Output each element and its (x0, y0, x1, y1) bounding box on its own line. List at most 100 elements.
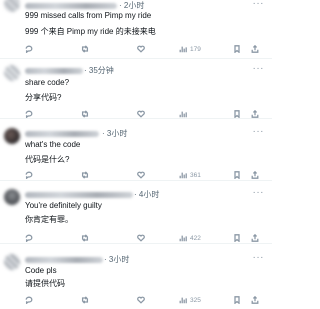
avatar[interactable] (4, 254, 20, 270)
post-actions: 422 (25, 233, 265, 243)
reply-icon (25, 45, 33, 53)
avatar[interactable] (4, 0, 20, 12)
more-options-icon[interactable]: ··· (253, 252, 265, 263)
bookmark-button[interactable] (233, 109, 241, 119)
bookmark-button[interactable] (233, 233, 241, 243)
views-count: 325 (190, 296, 201, 304)
reply-icon (25, 110, 33, 118)
reply-post[interactable]: · 3小时 ··· Code pls 请提供代码 325 (0, 244, 272, 309)
reply-icon (25, 296, 33, 304)
post-text: 999 missed calls from Pimp my ride (25, 11, 152, 20)
like-button[interactable] (137, 44, 145, 54)
more-options-icon[interactable]: ··· (253, 126, 265, 137)
bookmark-icon (234, 171, 240, 179)
like-button[interactable] (137, 233, 145, 243)
post-time[interactable]: · 35分钟 (84, 65, 114, 76)
retweet-button[interactable] (81, 295, 89, 305)
post-translation: 999 个来自 Pimp my ride 的未接来电 (25, 27, 156, 36)
reply-button[interactable] (25, 109, 33, 119)
retweet-button[interactable] (81, 233, 89, 243)
reply-icon (25, 234, 33, 242)
views-count: 422 (190, 234, 201, 242)
author-name[interactable] (25, 131, 99, 137)
views-icon (179, 297, 187, 304)
reply-post[interactable]: · 3小时 ··· what's the code 代码是什么? 361 (0, 119, 272, 181)
avatar[interactable] (4, 189, 20, 205)
post-actions: 361 (25, 170, 265, 180)
post-translation: 分享代码? (25, 93, 62, 102)
post-text: what's the code (25, 140, 81, 149)
post-time[interactable]: · 2小时 (119, 0, 144, 11)
retweet-icon (81, 171, 89, 179)
reply-post[interactable]: · 35分钟 ··· share code? 分享代码? (0, 59, 272, 119)
like-button[interactable] (137, 295, 145, 305)
bookmark-icon (234, 110, 240, 118)
post-translation: 代码是什么? (25, 155, 70, 164)
post-time[interactable]: · 3小时 (102, 128, 127, 139)
retweet-button[interactable] (81, 44, 89, 54)
share-icon (251, 296, 259, 304)
reply-button[interactable] (25, 170, 33, 180)
avatar[interactable] (4, 65, 20, 81)
like-icon (137, 234, 145, 242)
post-translation: 请提供代码 (25, 279, 65, 288)
share-button[interactable] (251, 295, 259, 305)
share-icon (251, 234, 259, 242)
post-actions: 179 (25, 44, 265, 54)
post-actions: 325 (25, 295, 265, 305)
bookmark-button[interactable] (233, 170, 241, 180)
share-icon (251, 171, 259, 179)
share-icon (251, 45, 259, 53)
share-button[interactable] (251, 233, 259, 243)
reply-icon (25, 171, 33, 179)
author-name[interactable] (25, 257, 103, 263)
author-name[interactable] (25, 192, 133, 198)
author-name[interactable] (25, 68, 83, 74)
post-actions (25, 109, 265, 119)
avatar[interactable] (4, 128, 20, 144)
views-icon (179, 46, 187, 53)
like-icon (137, 110, 145, 118)
post-text: You're definitely guilty (25, 201, 102, 210)
views-button[interactable]: 361 (179, 170, 201, 180)
more-options-icon[interactable]: ··· (253, 63, 265, 74)
bookmark-button[interactable] (233, 44, 241, 54)
bookmark-icon (234, 296, 240, 304)
more-options-icon[interactable]: ··· (253, 187, 265, 198)
retweet-icon (81, 296, 89, 304)
reply-post[interactable]: · 2小时 ··· 999 missed calls from Pimp my … (0, 0, 272, 59)
reply-button[interactable] (25, 233, 33, 243)
views-button[interactable] (179, 109, 190, 119)
views-icon (179, 172, 187, 179)
post-time[interactable]: · 4小时 (134, 189, 159, 200)
retweet-icon (81, 110, 89, 118)
post-translation: 你肯定有罪。 (25, 215, 73, 224)
post-time[interactable]: · 3小时 (104, 254, 129, 265)
author-name[interactable] (25, 3, 117, 9)
bookmark-icon (234, 234, 240, 242)
views-icon (179, 235, 187, 242)
share-button[interactable] (251, 170, 259, 180)
views-button[interactable]: 179 (179, 44, 201, 54)
retweet-icon (81, 234, 89, 242)
reply-button[interactable] (25, 44, 33, 54)
retweet-icon (81, 45, 89, 53)
retweet-button[interactable] (81, 109, 89, 119)
share-icon (251, 110, 259, 118)
post-text: share code? (25, 78, 70, 87)
like-button[interactable] (137, 109, 145, 119)
reply-feed: · 2小时 ··· 999 missed calls from Pimp my … (0, 0, 272, 309)
views-count: 179 (190, 45, 201, 53)
views-button[interactable]: 325 (179, 295, 201, 305)
share-button[interactable] (251, 44, 259, 54)
retweet-button[interactable] (81, 170, 89, 180)
reply-button[interactable] (25, 295, 33, 305)
more-options-icon[interactable]: ··· (253, 0, 265, 9)
bookmark-icon (234, 45, 240, 53)
share-button[interactable] (251, 109, 259, 119)
bookmark-button[interactable] (233, 295, 241, 305)
views-icon (179, 111, 187, 118)
like-button[interactable] (137, 170, 145, 180)
views-button[interactable]: 422 (179, 233, 201, 243)
reply-post[interactable]: · 4小时 ··· You're definitely guilty 你肯定有罪… (0, 181, 272, 244)
